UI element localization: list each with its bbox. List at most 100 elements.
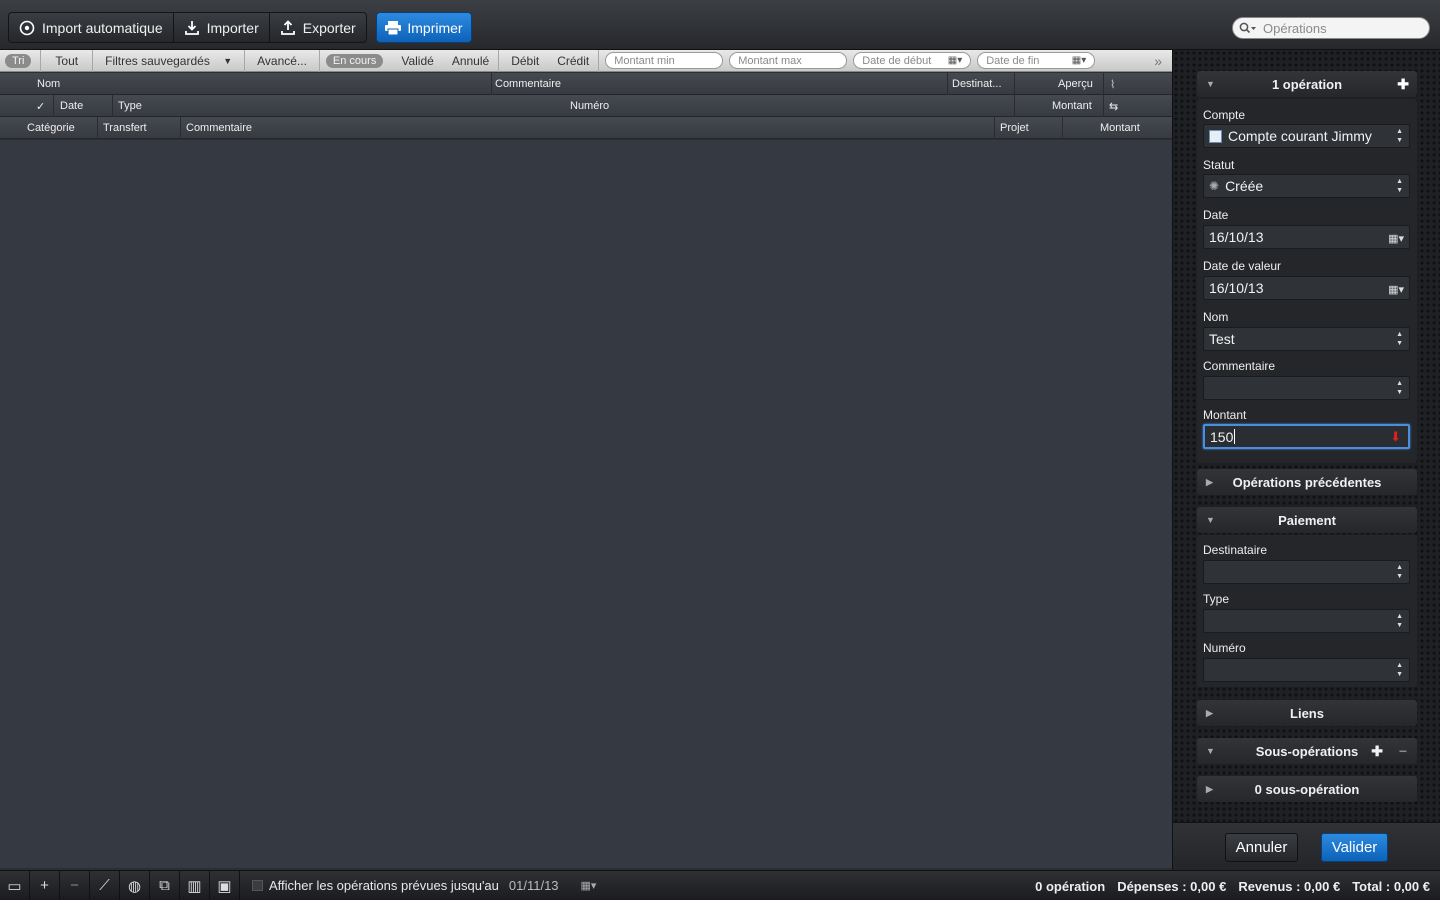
date-value: 16/10/13 bbox=[1209, 229, 1264, 245]
number-field[interactable]: ▲ ▼ bbox=[1203, 658, 1410, 682]
advanced-filter-button[interactable]: Avancé... bbox=[245, 49, 320, 72]
operation-count: 0 opération bbox=[1035, 879, 1106, 894]
disclosure-closed-icon[interactable]: ▶ bbox=[1206, 708, 1213, 719]
search-input[interactable] bbox=[1263, 20, 1423, 36]
recipient-label: Destinataire bbox=[1203, 543, 1268, 557]
col-amount[interactable]: Montant bbox=[1052, 100, 1092, 112]
status-value: Créée bbox=[1225, 178, 1264, 194]
debit-arrow-icon[interactable]: ⬇ bbox=[1390, 429, 1401, 445]
planned-date-value[interactable]: 01/11/13 bbox=[509, 878, 559, 893]
filter-cancelled[interactable]: Annulé bbox=[443, 49, 500, 72]
status-select[interactable]: ✺ Créée ▲ ▼ bbox=[1203, 174, 1410, 198]
col-date[interactable]: Date bbox=[60, 100, 83, 112]
overflow-chevron-icon[interactable]: » bbox=[1154, 53, 1162, 69]
column-header-row-2: ✓ Date Type Numéro Montant ⇆ bbox=[0, 95, 1172, 117]
col-preview[interactable]: Aperçu bbox=[1058, 78, 1093, 90]
operation-section-header[interactable]: ▼ 1 opération ✚ bbox=[1197, 71, 1417, 97]
import-button[interactable]: Importer bbox=[174, 13, 270, 42]
amount-input[interactable]: 150 ⬇ bbox=[1203, 424, 1410, 449]
sort-toggle[interactable]: Tri bbox=[0, 49, 42, 72]
col-number[interactable]: Numéro bbox=[570, 100, 609, 112]
amount-min-input[interactable] bbox=[614, 54, 715, 67]
account-select[interactable]: Compte courant Jimmy ▲ ▼ bbox=[1203, 124, 1410, 148]
sort-pill: Tri bbox=[5, 53, 32, 68]
comment-field[interactable]: ▲ ▼ bbox=[1203, 376, 1410, 400]
value-date-field[interactable]: 16/10/13 ▦▾ bbox=[1203, 276, 1410, 300]
add-icon[interactable]: + bbox=[30, 870, 60, 900]
amount-max-input[interactable] bbox=[738, 54, 839, 67]
attachment-icon[interactable]: ⌇ bbox=[1110, 78, 1115, 91]
date-start-field[interactable]: ▦▾ bbox=[853, 52, 972, 69]
col-name[interactable]: Nom bbox=[37, 78, 60, 90]
col-comment[interactable]: Commentaire bbox=[495, 78, 561, 90]
col-category[interactable]: Catégorie bbox=[27, 122, 75, 134]
chart-icon[interactable]: ⟋ bbox=[90, 870, 120, 900]
calendar-icon[interactable]: ▦▾ bbox=[1388, 232, 1404, 245]
col-transfer[interactable]: Transfert bbox=[103, 122, 147, 134]
type-field[interactable]: ▲ ▼ bbox=[1203, 609, 1410, 633]
sub-operations-header[interactable]: ▼ Sous-opérations ✚ − bbox=[1197, 738, 1417, 764]
toggle-sidebar-icon[interactable]: ▭ bbox=[0, 870, 30, 900]
calendar-icon[interactable]: ▦▾ bbox=[1072, 55, 1086, 66]
filter-credit[interactable]: Crédit bbox=[548, 49, 600, 72]
status-bar: ▭ + − ⟋ ◍ ⧉ ▥ ▣ Afficher les opérations … bbox=[0, 870, 1440, 900]
account-value: Compte courant Jimmy bbox=[1228, 128, 1372, 144]
payment-section-header[interactable]: ▼ Paiement bbox=[1197, 507, 1417, 533]
print-button[interactable]: Imprimer bbox=[376, 12, 472, 43]
filter-all[interactable]: Tout bbox=[41, 49, 94, 72]
name-field[interactable]: Test ▲ ▼ bbox=[1203, 327, 1410, 351]
calendar-icon[interactable]: ▦▾ bbox=[581, 879, 597, 892]
disclosure-open-icon[interactable]: ▼ bbox=[1206, 515, 1215, 525]
recipient-field[interactable]: ▲ ▼ bbox=[1203, 560, 1410, 584]
operations-list[interactable] bbox=[0, 140, 1172, 868]
date-field[interactable]: 16/10/13 ▦▾ bbox=[1203, 225, 1410, 249]
stepper-arrows-icon: ▲ ▼ bbox=[1396, 564, 1403, 580]
validate-button[interactable]: Valider bbox=[1321, 833, 1388, 862]
remove-icon[interactable]: − bbox=[60, 870, 90, 900]
date-end-field[interactable]: ▦▾ bbox=[977, 52, 1096, 69]
sub-operation-item[interactable]: ▶ 0 sous-opération bbox=[1197, 776, 1417, 802]
col-sub-amount[interactable]: Montant bbox=[1100, 122, 1140, 134]
col-check[interactable]: ✓ bbox=[36, 100, 45, 113]
name-label: Nom bbox=[1203, 310, 1229, 324]
add-icon[interactable]: ✚ bbox=[1397, 76, 1409, 93]
columns-icon[interactable]: ▥ bbox=[180, 870, 210, 900]
disclosure-open-icon[interactable]: ▼ bbox=[1206, 79, 1215, 89]
col-project[interactable]: Projet bbox=[1000, 122, 1029, 134]
filter-pending[interactable]: En cours bbox=[320, 50, 392, 72]
calendar-icon[interactable]: ▦▾ bbox=[948, 55, 962, 66]
cancel-button[interactable]: Annuler bbox=[1225, 833, 1298, 862]
links-section-header[interactable]: ▶ Liens bbox=[1197, 700, 1417, 726]
import-auto-label: Import automatique bbox=[42, 19, 163, 36]
inspector-toggle-icon[interactable]: ▣ bbox=[210, 870, 240, 900]
globe-icon[interactable]: ◍ bbox=[120, 870, 150, 900]
text-cursor bbox=[1234, 429, 1236, 444]
col-recipient[interactable]: Destinat... bbox=[952, 78, 1002, 90]
col-type[interactable]: Type bbox=[118, 100, 142, 112]
remove-sub-operation-icon[interactable]: − bbox=[1399, 743, 1407, 759]
search-box[interactable] bbox=[1232, 17, 1430, 39]
disclosure-closed-icon[interactable]: ▶ bbox=[1206, 784, 1213, 795]
export-button[interactable]: Exporter bbox=[270, 13, 366, 42]
amount-min-field[interactable] bbox=[605, 52, 724, 69]
disclosure-closed-icon[interactable]: ▶ bbox=[1206, 477, 1213, 488]
import-auto-button[interactable]: Import automatique bbox=[9, 13, 174, 42]
show-planned-checkbox[interactable] bbox=[252, 880, 263, 891]
date-end-input[interactable] bbox=[986, 54, 1072, 67]
previous-operations-header[interactable]: ▶ Opérations précédentes bbox=[1197, 469, 1417, 495]
amount-value: 150 bbox=[1210, 428, 1234, 445]
add-sub-operation-icon[interactable]: ✚ bbox=[1371, 743, 1383, 760]
transfer-arrows-icon[interactable]: ⇆ bbox=[1109, 100, 1118, 113]
saved-filters-dropdown[interactable]: Filtres sauvegardés ▼ bbox=[93, 49, 246, 72]
stepper-arrows-icon: ▲ ▼ bbox=[1396, 128, 1403, 144]
calendar-icon[interactable]: ▦▾ bbox=[1388, 283, 1404, 296]
amount-max-field[interactable] bbox=[729, 52, 848, 69]
date-start-input[interactable] bbox=[862, 54, 948, 67]
filter-debit[interactable]: Débit bbox=[499, 50, 548, 72]
filter-validated[interactable]: Validé bbox=[392, 50, 442, 72]
disclosure-open-icon[interactable]: ▼ bbox=[1206, 746, 1215, 756]
col-sub-comment[interactable]: Commentaire bbox=[186, 122, 252, 134]
filter-bar: Tri Tout Filtres sauvegardés ▼ Avancé...… bbox=[0, 49, 1172, 72]
split-icon[interactable]: ⧉ bbox=[150, 870, 180, 900]
status-label: Statut bbox=[1203, 158, 1235, 172]
